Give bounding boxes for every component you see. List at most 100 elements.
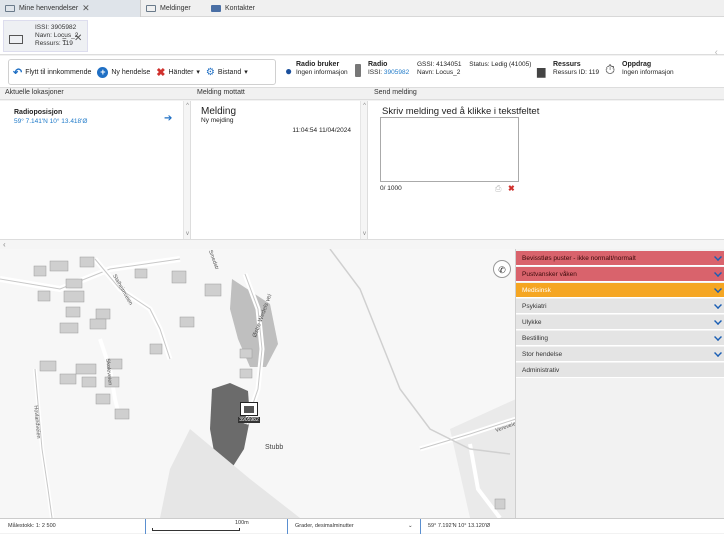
received-header: Melding mottatt — [197, 89, 245, 96]
scroll-down-icon[interactable]: v — [184, 231, 191, 237]
scrollbar[interactable]: ^ v — [360, 101, 367, 239]
unit-name: Navn: Locus_2 — [35, 32, 79, 39]
delete-icon[interactable]: ✖ — [508, 184, 515, 193]
caret-down-icon[interactable]: ⌄ — [408, 523, 413, 529]
radio-user-sub: Ingen informasjon — [296, 69, 348, 76]
panel-headers: Aktuelle lokasjoner Melding mottatt Send… — [0, 88, 724, 100]
events-dropdown[interactable]: ✖ Händter ▾ — [156, 66, 200, 79]
category-item[interactable]: Ulykke — [516, 315, 724, 330]
radio-title: Radio — [368, 61, 388, 68]
scroll-up-icon[interactable]: ^ — [184, 103, 191, 109]
chevron-down-icon[interactable] — [714, 285, 722, 293]
assignment-info: Oppdrag Ingen informasjon — [622, 61, 674, 77]
message-item[interactable]: Melding Ny mejding 11:04:54 11/04/2024 — [201, 106, 351, 151]
cursor-coords: 59° 7.192'N 10° 13.120'Ø — [428, 523, 491, 529]
locations-panel: Radioposisjon 59° 7.141'N 10° 13.418'Ø ➔… — [0, 101, 191, 239]
marker-label: 3905982 — [238, 417, 260, 423]
received-panel: Melding Ny mejding 11:04:54 11/04/2024 ^… — [191, 101, 368, 239]
radio-user-info: Radio bruker Ingen informasjon — [296, 61, 348, 77]
caret-down-icon: ▾ — [244, 69, 248, 76]
category-item[interactable]: Pustvansker våken — [516, 267, 724, 282]
chevron-down-icon[interactable] — [714, 333, 722, 341]
category-item[interactable]: Medisinsk — [516, 283, 724, 298]
tab-label: Mine henvendelser — [19, 5, 79, 12]
radio-issi-label: ISSI: — [368, 69, 384, 76]
char-counter: 0/ 1000 — [380, 185, 402, 192]
category-item[interactable]: Bestilling — [516, 331, 724, 346]
move-to-incoming-button[interactable]: ↶ Flytt til innkommende — [13, 66, 91, 79]
scroll-down-icon[interactable]: v — [361, 231, 368, 237]
send-icon[interactable]: ⎙ — [495, 184, 501, 194]
tab-meldinger[interactable]: Meldinger — [141, 0, 196, 17]
location-coords: 59° 7.141'N 10° 13.418'Ø — [14, 118, 88, 125]
message-textarea[interactable] — [380, 117, 519, 182]
button-label: Flytt til innkommende — [25, 68, 92, 76]
radio-name: Navn: Locus_2 — [417, 69, 461, 76]
close-icon[interactable]: ✕ — [74, 33, 82, 44]
scrollbar[interactable]: ^ v — [183, 101, 190, 239]
radio-user-title: Radio bruker — [296, 61, 340, 68]
category-item[interactable]: Bevisstløs puster - ikke normalt/normalt — [516, 251, 724, 266]
action-buttons: ↶ Flytt til innkommende + Ny hendelse ✖ … — [8, 59, 276, 85]
category-label: Psykiatri — [522, 302, 547, 310]
undo-arrow-icon: ↶ — [13, 66, 23, 79]
category-item[interactable]: Psykiatri — [516, 299, 724, 314]
inbox-icon — [5, 5, 15, 12]
radio-icon — [355, 64, 361, 77]
hierarchy-icon: ⚙ — [205, 66, 215, 78]
stopwatch-icon: ⏱ — [605, 62, 616, 77]
radio-status: Status: Ledig (41005) — [469, 61, 532, 68]
unit-issi: ISSI: 3905982 — [35, 24, 77, 31]
category-label: Pustvansker våken — [522, 270, 577, 278]
tab-label: Meldinger — [160, 5, 191, 12]
envelope-icon — [9, 35, 23, 44]
category-label: Medisinsk — [522, 286, 551, 294]
unit-card[interactable]: ISSI: 3905982 Navn: Locus_2 Ressurs: 119… — [3, 20, 88, 52]
chevron-down-icon[interactable] — [714, 317, 722, 325]
unit-resource: Ressurs: 119 — [35, 40, 73, 47]
send-prompt: Skriv melding ved å klikke i tekstfeltet — [382, 106, 540, 117]
envelope-icon — [240, 402, 258, 416]
plus-icon: + — [97, 66, 109, 78]
category-label: Administrativ — [522, 366, 560, 374]
category-label: Ulykke — [522, 318, 542, 326]
category-item[interactable]: Stor hendelse — [516, 347, 724, 362]
category-item[interactable]: Administrativ — [516, 363, 724, 378]
resource-info: Ressurs Ressurs ID: 119 — [553, 61, 599, 77]
vehicle-icon: ▆ — [537, 66, 546, 78]
location-item[interactable]: Radioposisjon 59° 7.141'N 10° 13.418'Ø ➔ — [14, 109, 184, 139]
map-view[interactable]: Østre Wedels vei Stalheimveien Skoleveie… — [0, 249, 516, 518]
scroll-left-icon[interactable]: ‹ — [3, 240, 6, 249]
phone-icon[interactable]: ✆ — [493, 260, 511, 278]
horizontal-scrollbar[interactable]: ‹ — [0, 239, 724, 249]
send-panel: Skriv melding ved å klikke i tekstfeltet… — [368, 101, 724, 239]
assist-dropdown[interactable]: ⚙ Bistand ▾ — [206, 67, 248, 78]
radio-info: Radio ISSI: 3905982 — [368, 61, 409, 77]
coordinate-format-select[interactable]: Grader, desimalminutter — [295, 523, 354, 529]
tab-kontakter[interactable]: Kontakter — [206, 0, 260, 17]
message-title: Melding — [201, 106, 237, 117]
chevron-down-icon[interactable] — [714, 301, 722, 309]
category-label: Bevisstløs puster - ikke normalt/normalt — [522, 254, 636, 262]
chevron-down-icon[interactable] — [714, 349, 722, 357]
close-icon[interactable]: ✕ — [82, 4, 90, 13]
drag-handle-icon[interactable]: = — [62, 35, 67, 44]
scroll-up-icon[interactable]: ^ — [361, 103, 368, 109]
arrow-right-icon[interactable]: ➔ — [164, 113, 172, 124]
message-sub: Ny mejding — [201, 117, 234, 124]
contacts-icon — [211, 5, 221, 12]
radio-issi-link[interactable]: 3905982 — [384, 69, 409, 76]
resource-id: Ressurs ID: 119 — [553, 69, 600, 76]
chevron-down-icon[interactable] — [714, 253, 722, 261]
new-event-button[interactable]: + Ny hendelse — [97, 66, 151, 78]
category-list: Bevisstløs puster - ikke normalt/normalt… — [516, 249, 724, 399]
place-label: Stubb — [265, 444, 284, 451]
chevron-down-icon[interactable] — [714, 269, 722, 277]
send-header: Send melding — [374, 89, 417, 96]
button-label: Ny hendelse — [111, 68, 151, 76]
tab-label: Kontakter — [225, 5, 255, 12]
radio-gssi: GSSI: 4134051 — [417, 61, 462, 68]
tab-mine-henvendelser[interactable]: Mine henvendelser ✕ — [0, 0, 141, 17]
envelope-icon — [146, 5, 156, 12]
unit-marker[interactable]: 3905982 — [238, 402, 260, 428]
